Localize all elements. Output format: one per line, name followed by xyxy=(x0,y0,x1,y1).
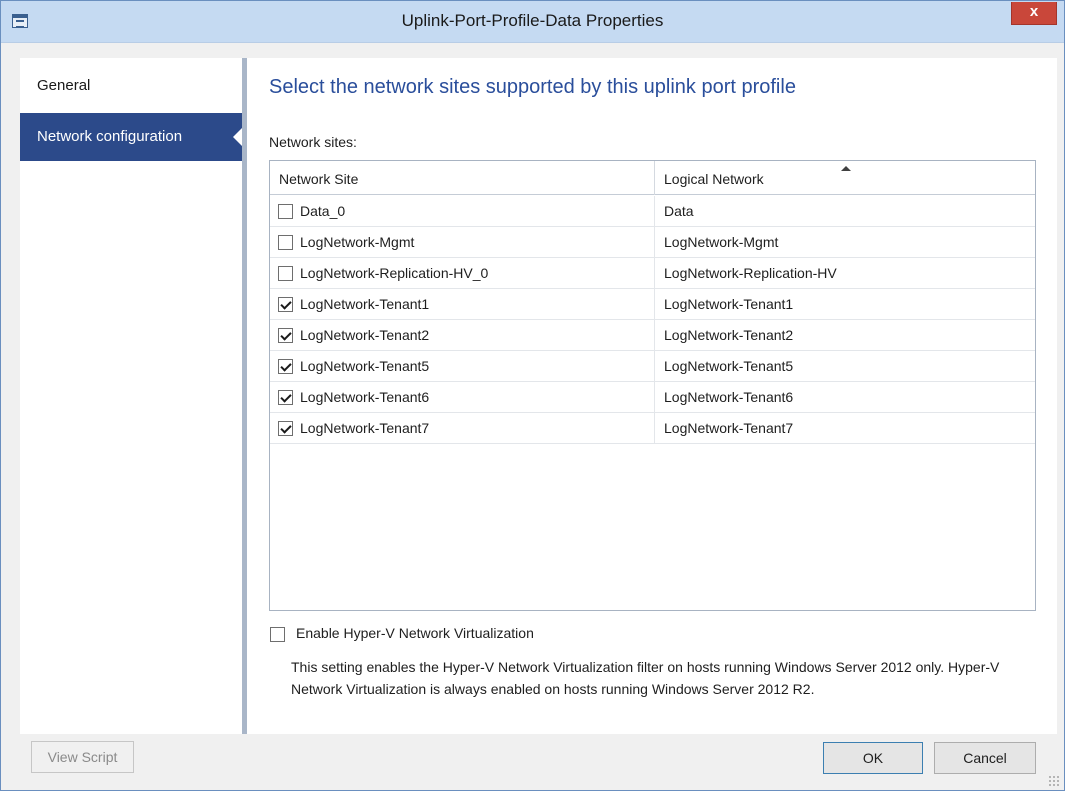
main-panel: Select the network sites supported by th… xyxy=(247,58,1057,734)
table-row[interactable]: Data_0 Data xyxy=(270,196,1035,227)
network-sites-grid[interactable]: Network Site Logical Network Data_0 Data L… xyxy=(269,160,1036,611)
logical-network-name: LogNetwork-Replication-HV xyxy=(664,265,837,281)
row-checkbox[interactable] xyxy=(278,266,293,281)
ok-button[interactable]: OK xyxy=(823,742,923,774)
network-site-name: LogNetwork-Replication-HV_0 xyxy=(300,265,489,281)
table-row[interactable]: LogNetwork-Tenant5 LogNetwork-Tenant5 xyxy=(270,351,1035,382)
network-site-cell: Data_0 xyxy=(270,196,655,226)
column-header-network-site[interactable]: Network Site xyxy=(270,161,655,195)
table-row[interactable]: LogNetwork-Tenant1 LogNetwork-Tenant1 xyxy=(270,289,1035,320)
network-site-cell: LogNetwork-Tenant7 xyxy=(270,413,655,443)
column-header-logical-network[interactable]: Logical Network xyxy=(655,161,1035,195)
logical-network-name: LogNetwork-Tenant2 xyxy=(664,327,794,343)
hyperv-virtualization-description: This setting enables the Hyper-V Network… xyxy=(291,659,1000,697)
window-title: Uplink-Port-Profile-Data Properties xyxy=(401,11,664,30)
logical-network-name: LogNetwork-Tenant6 xyxy=(664,389,794,405)
network-site-name: LogNetwork-Tenant7 xyxy=(300,420,430,436)
network-site-name: LogNetwork-Mgmt xyxy=(300,234,415,250)
table-row[interactable]: LogNetwork-Tenant7 LogNetwork-Tenant7 xyxy=(270,413,1035,444)
row-checkbox[interactable] xyxy=(278,235,293,250)
network-site-name: LogNetwork-Tenant1 xyxy=(300,296,430,312)
view-script-button[interactable]: View Script xyxy=(31,741,134,773)
grid-header: Network Site Logical Network xyxy=(270,161,1035,195)
logical-network-name: Data xyxy=(664,203,694,219)
table-row[interactable]: LogNetwork-Mgmt LogNetwork-Mgmt xyxy=(270,227,1035,258)
table-row[interactable]: LogNetwork-Tenant6 LogNetwork-Tenant6 xyxy=(270,382,1035,413)
column-header-logical-network-label: Logical Network xyxy=(664,171,764,187)
row-checkbox[interactable] xyxy=(278,328,293,343)
network-site-cell: LogNetwork-Tenant5 xyxy=(270,351,655,381)
network-site-name: Data_0 xyxy=(300,203,346,219)
nav-item-network-configuration[interactable]: Network configuration xyxy=(20,113,243,161)
dialog-footer: View Script OK Cancel xyxy=(1,734,1064,790)
network-site-name: LogNetwork-Tenant2 xyxy=(300,327,430,343)
logical-network-name: LogNetwork-Tenant7 xyxy=(664,420,794,436)
title-bar[interactable]: Uplink-Port-Profile-Data Properties x xyxy=(1,1,1064,43)
nav-item-general[interactable]: General xyxy=(20,62,248,110)
network-site-cell: LogNetwork-Tenant1 xyxy=(270,289,655,319)
row-checkbox[interactable] xyxy=(278,421,293,436)
logical-network-name: LogNetwork-Tenant1 xyxy=(664,296,794,312)
network-site-cell: LogNetwork-Tenant6 xyxy=(270,382,655,412)
hyperv-virtualization-checkbox[interactable] xyxy=(270,627,285,642)
row-checkbox[interactable] xyxy=(278,297,293,312)
sort-ascending-icon xyxy=(841,166,851,171)
properties-window: Uplink-Port-Profile-Data Properties x Ge… xyxy=(0,0,1065,791)
network-site-cell: LogNetwork-Mgmt xyxy=(270,227,655,257)
table-row[interactable]: LogNetwork-Tenant2 LogNetwork-Tenant2 xyxy=(270,320,1035,351)
network-sites-label: Network sites: xyxy=(269,134,357,150)
resize-grip-icon[interactable] xyxy=(1048,775,1060,787)
network-site-cell: LogNetwork-Replication-HV_0 xyxy=(270,258,655,288)
row-checkbox[interactable] xyxy=(278,204,293,219)
network-site-cell: LogNetwork-Tenant2 xyxy=(270,320,655,350)
left-nav: General Network configuration xyxy=(20,58,243,734)
logical-network-name: LogNetwork-Tenant5 xyxy=(664,358,794,374)
logical-network-name: LogNetwork-Mgmt xyxy=(664,234,779,250)
close-button[interactable]: x xyxy=(1011,2,1057,25)
cancel-button[interactable]: Cancel xyxy=(934,742,1036,774)
table-row[interactable]: LogNetwork-Replication-HV_0 LogNetwork-Re… xyxy=(270,258,1035,289)
page-heading: Select the network sites supported by th… xyxy=(269,76,796,98)
row-checkbox[interactable] xyxy=(278,390,293,405)
network-site-name: LogNetwork-Tenant5 xyxy=(300,358,430,374)
hyperv-virtualization-label[interactable]: Enable Hyper-V Network Virtualization xyxy=(296,625,534,641)
network-site-name: LogNetwork-Tenant6 xyxy=(300,389,430,405)
row-checkbox[interactable] xyxy=(278,359,293,374)
